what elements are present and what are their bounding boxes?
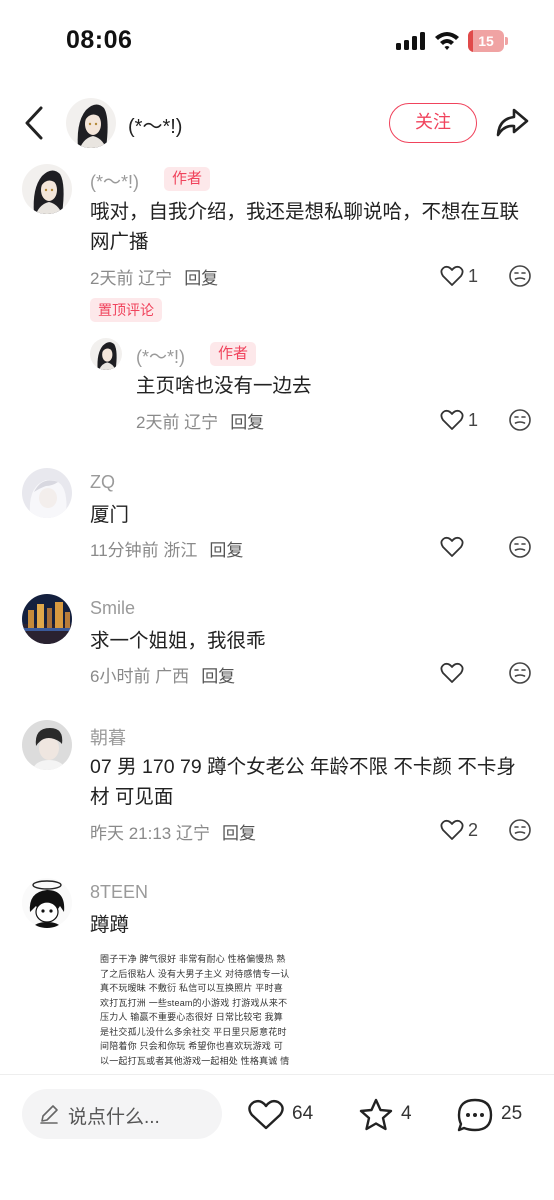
- comment-time-location: 6小时前 广西: [90, 667, 190, 686]
- commenter-avatar[interactable]: [22, 720, 72, 770]
- bottom-action-bar: 说点什么... 64 4 25: [0, 1074, 554, 1200]
- author-username[interactable]: (*～*!): [128, 110, 182, 139]
- author-badge: 作者: [210, 342, 257, 366]
- emoji-reaction-icon[interactable]: [508, 535, 532, 559]
- heart-icon: [248, 1099, 284, 1130]
- share-icon[interactable]: [494, 106, 530, 140]
- commenter-avatar[interactable]: [22, 468, 72, 518]
- emoji-reaction-icon[interactable]: [508, 818, 532, 842]
- post-like-count: 64: [292, 1103, 314, 1124]
- back-arrow-icon[interactable]: [20, 104, 50, 142]
- reply-button[interactable]: 回复: [209, 541, 243, 560]
- emoji-reaction-icon[interactable]: [508, 264, 532, 288]
- commenter-username[interactable]: 朝暮: [90, 724, 126, 750]
- reply-button[interactable]: 回复: [201, 667, 235, 686]
- commenter-avatar[interactable]: [22, 878, 72, 928]
- commenter-avatar[interactable]: [22, 594, 72, 644]
- comment-like-button[interactable]: 2: [440, 818, 510, 844]
- heart-icon: [440, 409, 464, 430]
- commenter-avatar[interactable]: [90, 338, 122, 370]
- comment-like-button[interactable]: 1: [440, 264, 510, 290]
- commenter-avatar[interactable]: [22, 164, 72, 214]
- comment-text: 求一个姐姐，我很乖: [90, 630, 266, 652]
- comment-text: 哦对，自我介绍，我还是想私聊说哈，不想在互联 网广播: [90, 201, 520, 253]
- comment-like-button[interactable]: [440, 535, 510, 561]
- battery-icon: 15: [468, 30, 508, 52]
- emoji-reaction-icon[interactable]: [508, 661, 532, 685]
- comment-like-button[interactable]: 1: [440, 408, 510, 434]
- comment-text: 主页啥也没有一边去: [136, 375, 312, 397]
- cellular-signal-icon: [396, 32, 426, 50]
- reply-button[interactable]: 回复: [222, 824, 256, 843]
- comment-meta: 6小时前 广西 回复: [90, 662, 235, 687]
- heart-icon: [440, 536, 464, 557]
- post-like-button[interactable]: 64: [248, 1095, 328, 1135]
- commenter-username[interactable]: (*～*!): [136, 343, 185, 369]
- like-count: 1: [468, 266, 479, 286]
- comment-input[interactable]: 说点什么...: [22, 1089, 222, 1139]
- post-comment-button[interactable]: 25: [456, 1095, 536, 1135]
- pinned-comment-badge: 置顶评论: [90, 298, 162, 322]
- like-count: 2: [468, 820, 479, 840]
- comment-text: 07 男 170 79 蹲个女老公 年龄不限 不卡颜 不卡身 材 可见面: [90, 756, 516, 808]
- comment-image-attachment[interactable]: 圈子干净 脾气很好 非常有耐心 性格偏慢热 熟 了之后很粘人 没有大男子主义 对…: [100, 952, 308, 1072]
- reply-button[interactable]: 回复: [230, 413, 264, 432]
- comment-meta: 2天前 辽宁 回复: [90, 264, 218, 289]
- wifi-icon: [435, 32, 459, 50]
- comment-like-button[interactable]: [440, 661, 510, 687]
- comment-meta: 2天前 辽宁 回复: [136, 408, 264, 433]
- heart-icon: [440, 265, 464, 286]
- like-count: 1: [468, 410, 479, 430]
- comment-time-location: 2天前 辽宁: [136, 413, 219, 432]
- heart-icon: [440, 819, 464, 840]
- status-bar: 08:06 15: [0, 0, 554, 84]
- post-favorite-button[interactable]: 4: [358, 1095, 428, 1135]
- emoji-reaction-icon[interactable]: [508, 408, 532, 432]
- comment-time-location: 昨天 21:13 辽宁: [90, 824, 210, 843]
- comment-time-location: 11分钟前 浙江: [90, 541, 198, 560]
- post-comment-count: 25: [501, 1103, 523, 1124]
- comment-bubble-icon: [457, 1098, 493, 1132]
- reply-button[interactable]: 回复: [184, 269, 218, 288]
- battery-level: 15: [478, 33, 494, 49]
- comment-text: 厦门: [90, 504, 130, 526]
- post-favorite-count: 4: [401, 1103, 412, 1124]
- commenter-username[interactable]: (*～*!): [90, 168, 139, 194]
- post-header: (*～*!) 关注: [0, 88, 554, 158]
- commenter-username[interactable]: ZQ: [90, 472, 115, 493]
- comment-text: 蹲蹲: [90, 914, 130, 936]
- commenter-username[interactable]: Smile: [90, 598, 135, 619]
- author-badge: 作者: [164, 167, 211, 191]
- comment-meta: 昨天 21:13 辽宁 回复: [90, 819, 256, 844]
- comment-meta: 11分钟前 浙江 回复: [90, 536, 243, 561]
- heart-icon: [440, 662, 464, 683]
- comment-input-placeholder: 说点什么...: [68, 1107, 160, 1128]
- follow-button[interactable]: 关注: [389, 103, 477, 143]
- star-icon: [359, 1098, 393, 1131]
- pencil-icon: [40, 1105, 58, 1124]
- comment-time-location: 2天前 辽宁: [90, 269, 173, 288]
- status-time: 08:06: [66, 26, 133, 54]
- commenter-username[interactable]: 8TEEN: [90, 882, 148, 903]
- author-avatar[interactable]: [66, 98, 116, 148]
